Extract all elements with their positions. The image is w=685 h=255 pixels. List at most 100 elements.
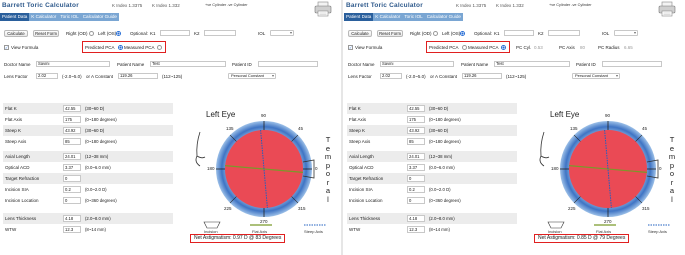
- table-row-input[interactable]: 0.2: [63, 186, 81, 193]
- patient-id-input[interactable]: [258, 61, 318, 67]
- measured-pca-radio[interactable]: [157, 45, 162, 50]
- table-row-input[interactable]: 175: [63, 116, 81, 123]
- table-row: Target Refraction 0: [3, 173, 173, 184]
- doctor-name-input[interactable]: Savini: [36, 61, 110, 67]
- k-index-2-option[interactable]: K Index 1.332: [152, 3, 180, 8]
- cylinder-toggle[interactable]: +ve Cylinder -ve Cylinder: [549, 3, 592, 7]
- table-row-label: Target Refraction: [349, 176, 384, 181]
- table-row-input[interactable]: 24.01: [407, 153, 425, 160]
- menu-toric-iol[interactable]: Toric IOL: [58, 13, 81, 21]
- patient-id-label: Patient ID: [576, 62, 596, 67]
- table-row-input[interactable]: 42.55: [407, 105, 425, 112]
- a-constant-range: (112~125): [162, 74, 183, 79]
- table-row-input[interactable]: 43.92: [63, 127, 81, 134]
- reset-form-button[interactable]: Reset Form: [33, 30, 59, 37]
- pc-axis-value[interactable]: 80: [580, 45, 585, 50]
- patient-id-input[interactable]: [602, 61, 662, 67]
- table-row-input[interactable]: 0: [63, 197, 81, 204]
- a-constant-input[interactable]: 119.26: [462, 73, 502, 79]
- k2-input[interactable]: [548, 30, 580, 36]
- right-eye-radio[interactable]: [89, 31, 94, 36]
- table-row: Lens Thickness 4.18 (2.0~8.0 mm): [3, 213, 173, 224]
- panel-divider: [341, 0, 343, 255]
- table-row-input[interactable]: 85: [407, 138, 425, 145]
- k2-input[interactable]: [204, 30, 236, 36]
- table-row: Optical ACD 3.37 (0.0~6.0 mm): [3, 162, 173, 173]
- nose-outline: [539, 131, 550, 167]
- table-row-range: (30~60 D): [429, 106, 449, 111]
- right-eye-radio[interactable]: [433, 31, 438, 36]
- measured-pca-label: Measured PCA: [124, 45, 155, 50]
- cylinder-toggle[interactable]: +ve Cylinder -ve Cylinder: [205, 3, 248, 7]
- printer-icon[interactable]: [657, 1, 677, 17]
- calculator-panel-predicted: Barrett Toric Calculator K Index 1.3375 …: [0, 0, 340, 255]
- table-row-range: (8~14 mm): [429, 227, 450, 232]
- view-formula-checkbox[interactable]: ✓: [4, 45, 9, 50]
- table-row-input[interactable]: 24.01: [63, 153, 81, 160]
- left-eye-radio[interactable]: [116, 31, 121, 36]
- table-row-input[interactable]: 12.3: [63, 226, 81, 233]
- menu-patient-data[interactable]: Patient Data: [344, 13, 374, 21]
- a-constant-label: or A Constant: [86, 74, 114, 79]
- table-row-range: (30~60 D): [429, 128, 449, 133]
- table-row-input[interactable]: 0.2: [407, 186, 425, 193]
- table-row-input[interactable]: 0: [407, 197, 425, 204]
- menu-k-calculator[interactable]: K Calculator: [373, 13, 403, 21]
- menu-k-calculator[interactable]: K Calculator: [29, 13, 59, 21]
- constant-select[interactable]: Personal Constant: [572, 73, 620, 79]
- iol-select[interactable]: [270, 30, 294, 36]
- pc-cyl-value[interactable]: 0.53: [534, 45, 543, 50]
- k1-input[interactable]: [504, 30, 534, 36]
- menu-toric-iol[interactable]: Toric IOL: [402, 13, 425, 21]
- calculate-button[interactable]: Calculate: [4, 30, 28, 37]
- table-row-label: Incision Location: [349, 198, 383, 203]
- incision-legend-icon: [203, 221, 221, 229]
- menu-patient-data[interactable]: Patient Data: [0, 13, 30, 21]
- table-row-label: Steep K: [349, 128, 366, 133]
- table-row-input[interactable]: 0: [63, 175, 81, 182]
- a-constant-input[interactable]: 119.26: [118, 73, 158, 79]
- app-title: Barrett Toric Calculator: [2, 2, 79, 9]
- table-row-input[interactable]: 4.18: [407, 215, 425, 222]
- menu-calculator-guide[interactable]: Calculator Guide: [424, 13, 463, 21]
- k-index-1-option[interactable]: K Index 1.3375: [456, 3, 486, 8]
- menu-calculator-guide[interactable]: Calculator Guide: [80, 13, 119, 21]
- table-row-input[interactable]: 42.55: [63, 105, 81, 112]
- lens-factor-label: Lens Factor: [4, 74, 28, 79]
- table-row-input[interactable]: 3.37: [63, 164, 81, 171]
- table-row-input[interactable]: 4.18: [63, 215, 81, 222]
- iol-select[interactable]: [614, 30, 638, 36]
- reset-form-button[interactable]: Reset Form: [377, 30, 403, 37]
- lens-factor-input[interactable]: 2.02: [380, 73, 402, 79]
- patient-name-input[interactable]: Test: [494, 61, 570, 67]
- app-title: Barrett Toric Calculator: [346, 2, 423, 9]
- table-row: Flat Axis 175 (0~180 degrees): [347, 114, 517, 125]
- table-row-input[interactable]: 85: [63, 138, 81, 145]
- lens-factor-input[interactable]: 2.02: [36, 73, 58, 79]
- k-index-2-option[interactable]: K Index 1.332: [496, 3, 524, 8]
- table-row-label: Axial Length: [5, 154, 30, 159]
- predicted-pca-radio[interactable]: [118, 45, 123, 50]
- table-row-input[interactable]: 12.3: [407, 226, 425, 233]
- table-row-input[interactable]: 3.37: [407, 164, 425, 171]
- printer-icon[interactable]: [313, 1, 333, 17]
- table-row-input[interactable]: 0: [407, 175, 425, 182]
- doctor-name-input[interactable]: Savini: [380, 61, 454, 67]
- view-formula-checkbox[interactable]: ✓: [348, 45, 353, 50]
- pc-radius-value[interactable]: 6.65: [624, 45, 633, 50]
- measured-pca-radio[interactable]: [501, 45, 506, 50]
- k1-input[interactable]: [160, 30, 190, 36]
- table-row-input[interactable]: 43.92: [407, 127, 425, 134]
- patient-name-input[interactable]: Test: [150, 61, 226, 67]
- calculate-button[interactable]: Calculate: [348, 30, 372, 37]
- table-row-range: (30~60 D): [85, 128, 105, 133]
- left-eye-label: Left (OS): [98, 31, 117, 36]
- table-row-input[interactable]: 175: [407, 116, 425, 123]
- degree-180: 180: [551, 166, 559, 171]
- constant-select[interactable]: Personal Constant: [228, 73, 276, 79]
- table-row: Steep Axis 85 (0~180 degrees): [347, 136, 517, 147]
- predicted-pca-radio[interactable]: [462, 45, 467, 50]
- left-eye-radio[interactable]: [460, 31, 465, 36]
- patient-name-label: Patient Name: [117, 62, 145, 67]
- k-index-1-option[interactable]: K Index 1.3375: [112, 3, 142, 8]
